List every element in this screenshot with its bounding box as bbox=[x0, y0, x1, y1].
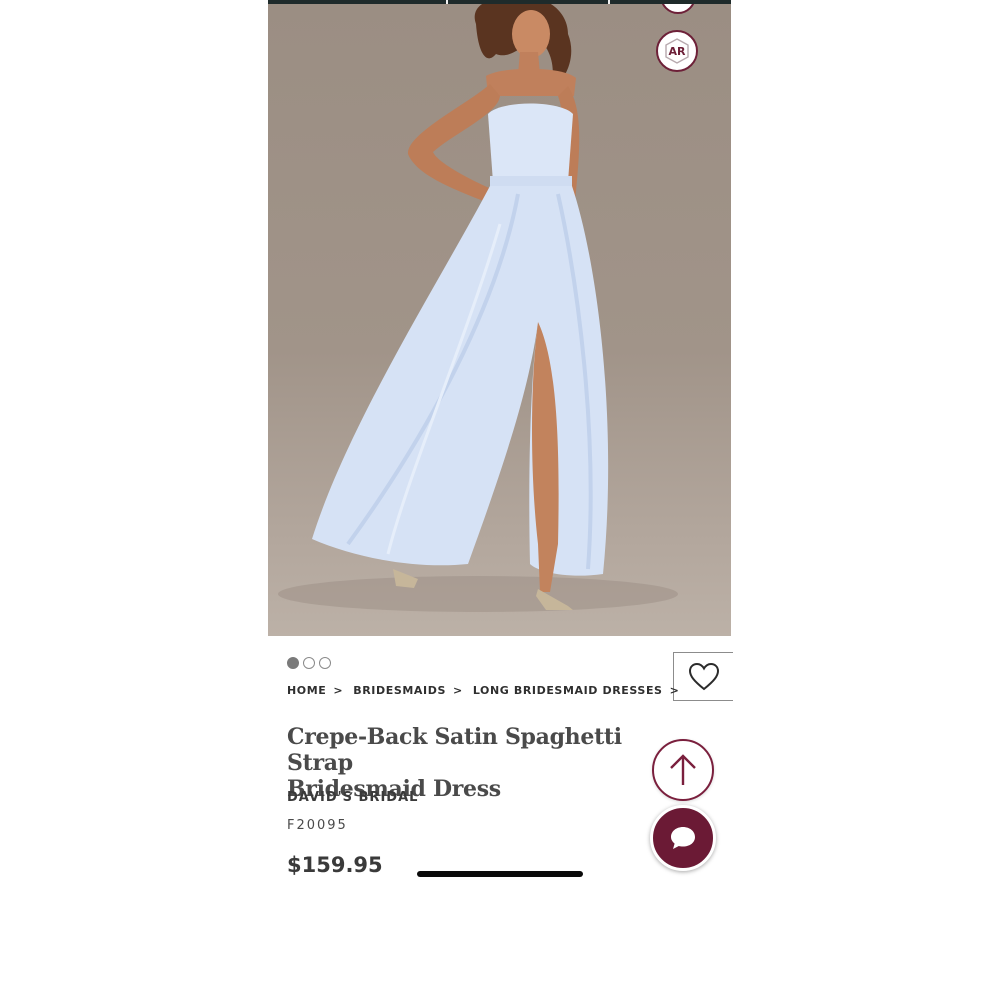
arrow-up-icon bbox=[670, 754, 696, 785]
scroll-to-top-button[interactable] bbox=[652, 739, 714, 801]
screen: AR HOME > BRIDESMAIDS > LONG BRIDESMAID … bbox=[0, 0, 1000, 1000]
carousel-dot-1[interactable] bbox=[287, 657, 299, 669]
product-title-line-1: Crepe-Back Satin Spaghetti Strap bbox=[287, 724, 622, 776]
breadcrumb-long-bridesmaid-dresses[interactable]: LONG BRIDESMAID DRESSES bbox=[473, 684, 663, 697]
product-image[interactable]: AR bbox=[268, 4, 731, 636]
carousel-dot-3[interactable] bbox=[319, 657, 331, 669]
breadcrumb-bridesmaids[interactable]: BRIDESMAIDS bbox=[353, 684, 446, 697]
product-brand: DAVID'S BRIDAL bbox=[287, 790, 419, 805]
heart-outline-icon bbox=[688, 662, 719, 690]
breadcrumb-separator: > bbox=[333, 684, 344, 697]
ar-view-button[interactable]: AR bbox=[656, 30, 698, 72]
product-sku: F20095 bbox=[287, 818, 348, 833]
home-indicator bbox=[417, 871, 583, 877]
chat-button[interactable] bbox=[650, 805, 716, 871]
carousel-dot-2[interactable] bbox=[303, 657, 315, 669]
model-illustration bbox=[278, 4, 678, 612]
breadcrumb-home[interactable]: HOME bbox=[287, 684, 326, 697]
product-page: AR HOME > BRIDESMAIDS > LONG BRIDESMAID … bbox=[268, 0, 733, 1000]
ar-label: AR bbox=[668, 44, 686, 58]
breadcrumb-separator: > bbox=[452, 684, 463, 697]
ar-hexagon-icon: AR bbox=[664, 38, 690, 64]
product-price: $159.95 bbox=[287, 853, 383, 877]
chat-bubble-icon bbox=[671, 827, 695, 849]
breadcrumb: HOME > BRIDESMAIDS > LONG BRIDESMAID DRE… bbox=[287, 684, 689, 697]
breadcrumb-separator: > bbox=[669, 684, 680, 697]
carousel-indicator bbox=[287, 657, 331, 669]
